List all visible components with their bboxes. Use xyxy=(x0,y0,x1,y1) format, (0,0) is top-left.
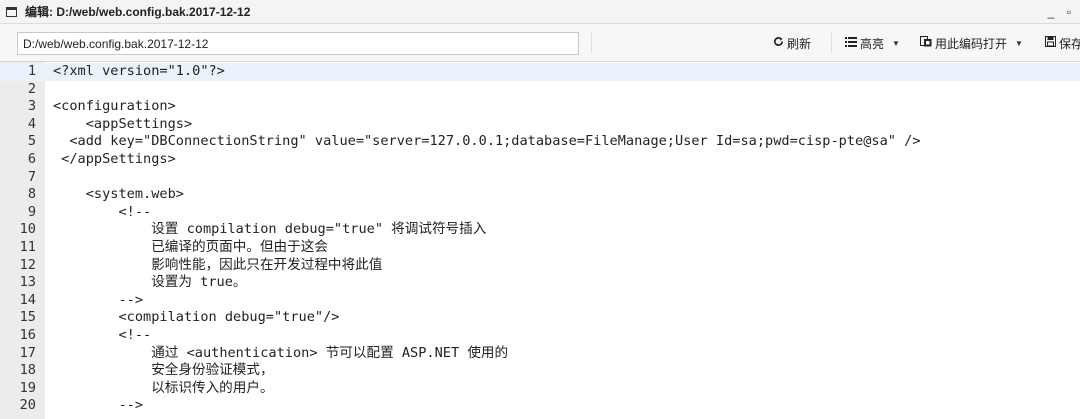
list-icon xyxy=(845,36,857,50)
line-number: 9 xyxy=(27,203,36,220)
save-icon xyxy=(1045,36,1056,50)
line-number: 20 xyxy=(19,397,36,414)
open-with-encoding-label: 用此编码打开 xyxy=(935,36,1008,51)
code-editor[interactable]: 1 <?xml version="1.0"?> 2 3 <configuration> 4… xyxy=(0,62,1080,419)
code-line[interactable]: 17 通过 <authentication> 节可以配置 ASP.NET 使用的 xyxy=(0,345,1080,363)
code-text: <appSettings> xyxy=(53,115,193,132)
toolbar-divider xyxy=(591,33,592,53)
code-text: 设置 compilation debug="true" 将调试符号插入 xyxy=(53,221,487,238)
code-line[interactable]: 2 xyxy=(0,81,1080,99)
save-group: 保存 xyxy=(1045,24,1080,62)
code-line[interactable]: 6 </appSettings> xyxy=(0,151,1080,169)
code-line[interactable]: 7 xyxy=(0,169,1080,187)
line-number: 7 xyxy=(27,168,36,185)
save-button[interactable]: 保存 xyxy=(1045,35,1080,52)
code-text: <!-- xyxy=(53,203,152,220)
line-number: 15 xyxy=(19,309,36,326)
refresh-label: 刷新 xyxy=(787,36,812,51)
code-line[interactable]: 20 --> xyxy=(0,397,1080,415)
refresh-group: 刷新 xyxy=(773,24,811,62)
file-path-input[interactable] xyxy=(17,32,579,55)
chevron-down-icon: ▼ xyxy=(892,38,900,48)
line-number: 8 xyxy=(27,186,36,203)
editor-toolbar: 刷新 高亮 ▼ 用此编码打开 ▼ 保存 xyxy=(0,24,1080,62)
code-text: 通过 <authentication> 节可以配置 ASP.NET 使用的 xyxy=(53,344,509,361)
code-text: <compilation debug="true"/> xyxy=(53,309,340,326)
save-label: 保存 xyxy=(1059,36,1080,51)
line-number: 2 xyxy=(27,80,36,97)
line-number: 1 xyxy=(27,63,36,79)
highlight-group: 高亮 ▼ xyxy=(845,24,900,62)
refresh-icon xyxy=(773,36,784,50)
code-line[interactable]: 10 设置 compilation debug="true" 将调试符号插入 xyxy=(0,221,1080,239)
highlight-dropdown[interactable]: 高亮 ▼ xyxy=(845,35,900,52)
code-line[interactable]: 1 <?xml version="1.0"?> xyxy=(0,63,1080,81)
code-line[interactable]: 3 <configuration> xyxy=(0,98,1080,116)
code-text: 设置为 true。 xyxy=(53,274,247,291)
refresh-button[interactable]: 刷新 xyxy=(773,35,811,52)
code-line[interactable]: 18 安全身份验证模式， xyxy=(0,362,1080,380)
line-number: 11 xyxy=(19,239,36,255)
line-number: 18 xyxy=(19,362,36,379)
window-titlebar: 编辑: D:/web/web.config.bak.2017-12-12 _ ▫ xyxy=(0,0,1080,24)
line-number: 16 xyxy=(19,327,36,343)
code-text: <system.web> xyxy=(53,186,184,203)
code-line[interactable]: 8 <system.web> xyxy=(0,186,1080,204)
window-controls: _ ▫ xyxy=(1044,0,1080,24)
code-line[interactable]: 12 影响性能，因此只在开发过程中将此值 xyxy=(0,257,1080,275)
code-text: <add key="DBConnectionString" value="ser… xyxy=(53,133,921,150)
code-text: <!-- xyxy=(53,327,152,343)
code-line[interactable]: 9 <!-- xyxy=(0,204,1080,222)
line-number: 12 xyxy=(19,256,36,273)
code-line[interactable]: 11 已编译的页面中。但由于这会 xyxy=(0,239,1080,257)
open-with-encoding-dropdown[interactable]: 用此编码打开 ▼ xyxy=(920,35,1023,52)
line-number: 19 xyxy=(19,379,36,396)
chevron-down-icon: ▼ xyxy=(1015,38,1023,48)
restore-button[interactable]: ▫ xyxy=(1062,5,1076,19)
line-number: 17 xyxy=(19,344,36,361)
code-line[interactable]: 13 设置为 true。 xyxy=(0,274,1080,292)
toolbar-divider xyxy=(831,33,832,53)
encoding-icon xyxy=(920,36,932,50)
highlight-label: 高亮 xyxy=(860,36,885,51)
code-text: --> xyxy=(53,397,144,414)
code-text: 已编译的页面中。但由于这会 xyxy=(53,239,328,255)
window-icon xyxy=(6,6,17,17)
code-line[interactable]: 14 --> xyxy=(0,292,1080,310)
code-text: </appSettings> xyxy=(53,151,176,167)
line-number: 4 xyxy=(27,115,36,132)
line-number: 6 xyxy=(27,151,36,167)
line-number: 3 xyxy=(27,98,36,115)
code-text: <configuration> xyxy=(53,98,176,115)
code-text: 影响性能，因此只在开发过程中将此值 xyxy=(53,256,383,273)
minimize-button[interactable]: _ xyxy=(1044,5,1058,19)
encoding-group: 用此编码打开 ▼ xyxy=(920,24,1023,62)
code-text: 安全身份验证模式， xyxy=(53,362,274,379)
line-number: 10 xyxy=(19,221,36,238)
line-number: 14 xyxy=(19,291,36,308)
code-line[interactable]: 5 <add key="DBConnectionString" value="s… xyxy=(0,133,1080,151)
code-text: 以标识传入的用户。 xyxy=(53,379,274,396)
window-title: 编辑: D:/web/web.config.bak.2017-12-12 xyxy=(25,5,251,19)
code-text: --> xyxy=(53,291,144,308)
code-line[interactable]: 16 <!-- xyxy=(0,327,1080,345)
line-number: 5 xyxy=(27,133,36,150)
code-line[interactable]: 19 以标识传入的用户。 xyxy=(0,380,1080,398)
line-number: 13 xyxy=(19,274,36,291)
code-text: <?xml version="1.0"?> xyxy=(53,63,225,79)
code-line[interactable]: 4 <appSettings> xyxy=(0,116,1080,134)
code-line[interactable]: 15 <compilation debug="true"/> xyxy=(0,309,1080,327)
